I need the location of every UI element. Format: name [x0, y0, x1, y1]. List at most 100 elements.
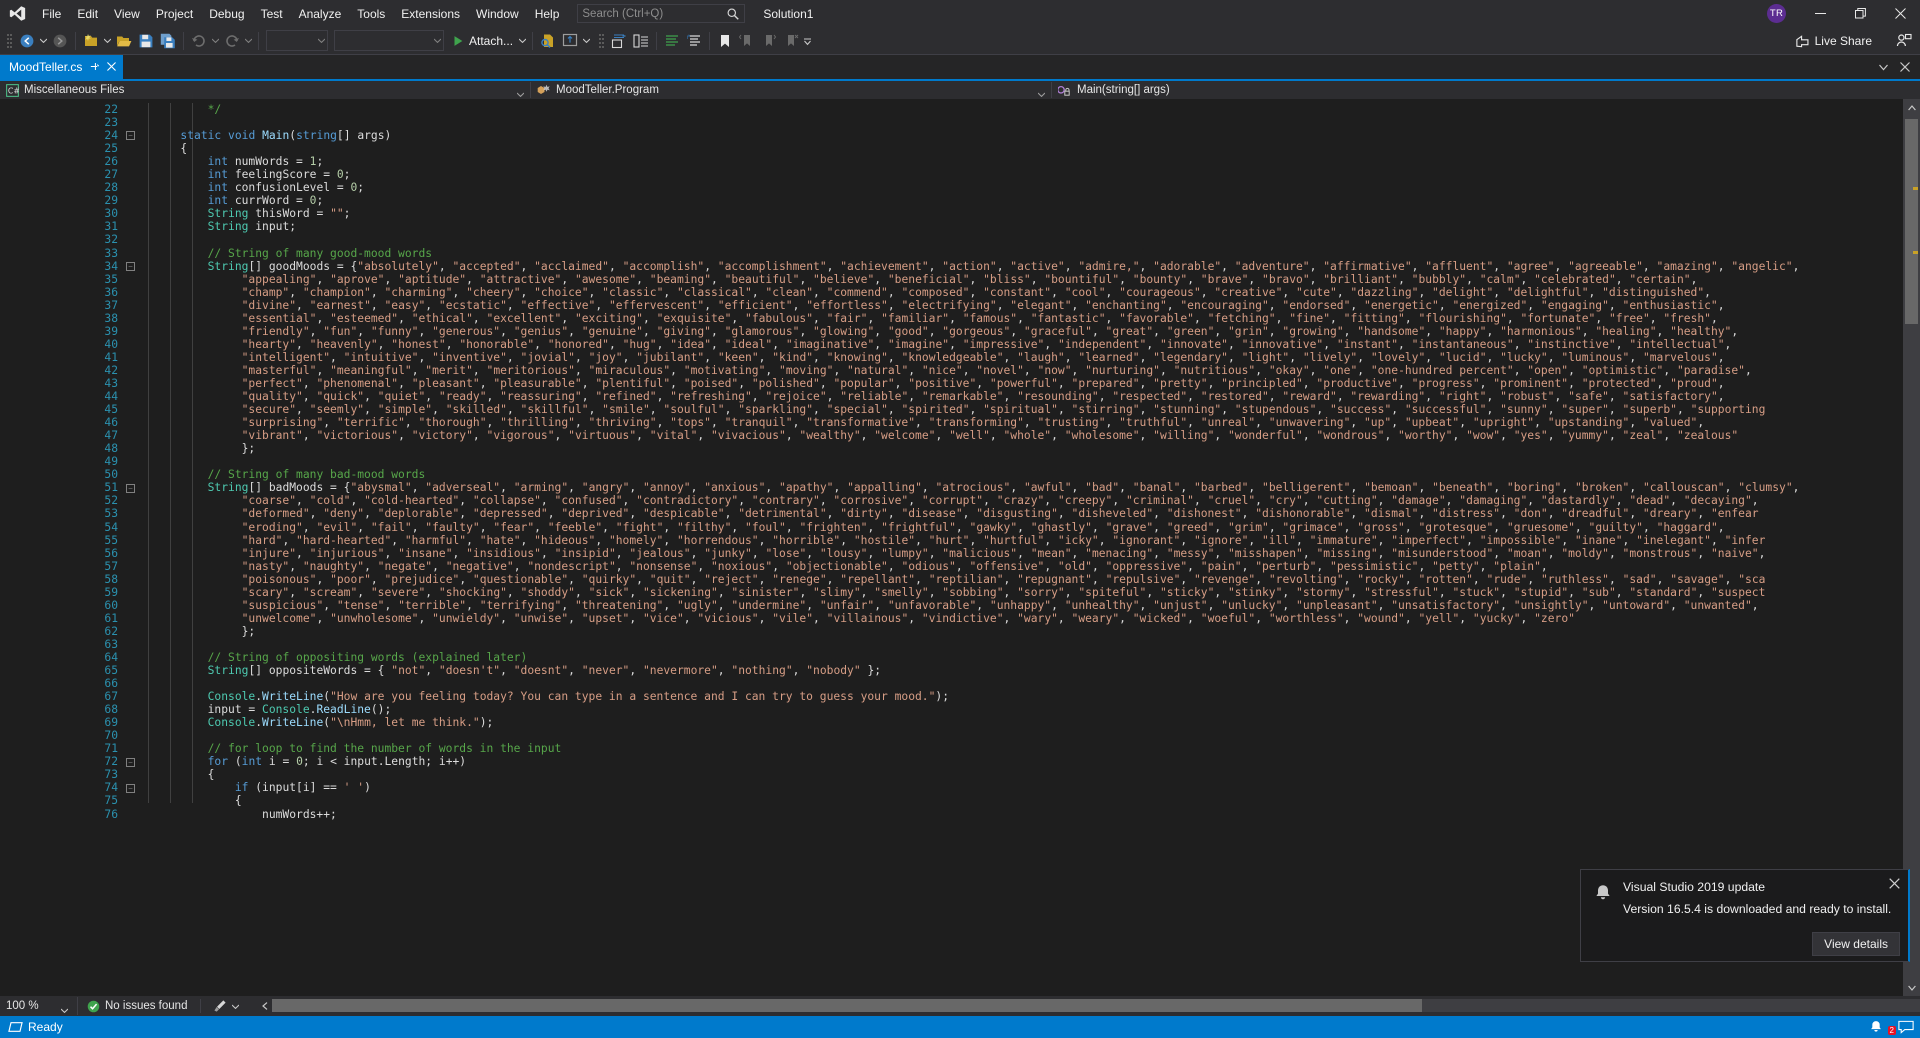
menu-item-test[interactable]: Test — [253, 1, 291, 27]
code-line[interactable]: // for loop to find the number of words … — [126, 742, 1799, 755]
code-line[interactable]: "surprising", "terrific", "thorough", "t… — [126, 416, 1799, 429]
feedback-icon[interactable] — [1898, 1020, 1914, 1034]
code-line[interactable]: { — [126, 794, 1799, 807]
navbar-type-dropdown[interactable]: MoodTeller.Program — [531, 81, 1051, 100]
code-line[interactable]: String input; — [126, 220, 1799, 233]
attach-button[interactable]: Attach... — [447, 30, 528, 52]
next-bookmark-icon[interactable] — [758, 30, 780, 52]
code-line[interactable]: "eroding", "evil", "fail", "faulty", "fe… — [126, 521, 1799, 534]
platform-combo[interactable] — [334, 30, 444, 51]
close-document-group-icon[interactable] — [1894, 56, 1916, 78]
code-line[interactable]: }; — [126, 442, 1799, 455]
menu-item-project[interactable]: Project — [148, 1, 201, 27]
configuration-combo[interactable] — [266, 30, 328, 51]
code-line[interactable] — [126, 677, 1799, 690]
tab-list-dropdown-icon[interactable] — [1872, 56, 1894, 78]
toolbar-overflow-icon[interactable] — [802, 30, 813, 52]
code-line[interactable]: "intelligent", "intuitive", "inventive",… — [126, 351, 1799, 364]
menu-item-file[interactable]: File — [34, 1, 69, 27]
code-line[interactable]: for (int i = 0; i < input.Length; i++) — [126, 755, 1799, 768]
code-line[interactable]: Console.WriteLine("How are you feeling t… — [126, 690, 1799, 703]
find-in-files-icon[interactable] — [537, 30, 559, 52]
zoom-level-combo[interactable]: 100 % — [0, 997, 78, 1015]
editor-vertical-scrollbar[interactable] — [1903, 99, 1920, 996]
redo-icon[interactable] — [221, 30, 243, 52]
code-line[interactable]: "masterful", "meaningful", "merit", "mer… — [126, 364, 1799, 377]
hscroll-track[interactable] — [272, 999, 1920, 1012]
code-line[interactable]: "suspicious", "tense", "terrible", "terr… — [126, 599, 1799, 612]
formatting-brush-button[interactable] — [205, 999, 247, 1013]
code-line[interactable]: Console.WriteLine("\nHmm, let me think."… — [126, 716, 1799, 729]
view-details-button[interactable]: View details — [1812, 932, 1900, 956]
save-all-icon[interactable] — [157, 30, 179, 52]
menu-item-window[interactable]: Window — [468, 1, 527, 27]
clear-bookmark-icon[interactable] — [780, 30, 802, 52]
notifications-icon[interactable] — [1868, 1019, 1884, 1035]
window-layout-icon[interactable] — [559, 30, 581, 52]
code-line[interactable]: "perfect", "phenomenal", "pleasant", "pl… — [126, 377, 1799, 390]
code-line[interactable]: "champ", "champion", "charming", "cheery… — [126, 286, 1799, 299]
tab-moodteller-cs[interactable]: MoodTeller.cs — [0, 55, 124, 79]
menu-item-debug[interactable]: Debug — [201, 1, 252, 27]
code-line[interactable] — [126, 638, 1799, 651]
navigate-forward-icon[interactable] — [49, 30, 71, 52]
code-line[interactable]: int numWords = 1; — [126, 155, 1799, 168]
code-line[interactable]: "unwelcome", "unwholesome", "unwieldy", … — [126, 612, 1799, 625]
code-line[interactable]: { — [126, 768, 1799, 781]
code-line[interactable]: numWords++; — [126, 808, 1799, 821]
code-line[interactable]: "quality", "quick", "quiet", "ready", "r… — [126, 390, 1799, 403]
menu-item-extensions[interactable]: Extensions — [393, 1, 468, 27]
live-share-button[interactable]: Live Share — [1791, 30, 1876, 52]
navbar-member-dropdown[interactable]: Main(string[] args) — [1052, 81, 1920, 100]
menu-item-tools[interactable]: Tools — [349, 1, 393, 27]
code-line[interactable]: { — [126, 142, 1799, 155]
code-line[interactable]: // String of many bad-mood words — [126, 468, 1799, 481]
code-line[interactable]: if (input[i] == ' ') — [126, 781, 1799, 794]
notification-toast[interactable]: Visual Studio 2019 update Version 16.5.4… — [1580, 869, 1910, 962]
code-line[interactable]: "friendly", "fun", "funny", "generous", … — [126, 325, 1799, 338]
search-input[interactable]: Search (Ctrl+Q) — [577, 4, 746, 23]
prev-bookmark-icon[interactable] — [736, 30, 758, 52]
new-project-icon[interactable] — [80, 30, 102, 52]
code-line[interactable]: "hearty", "heavenly", "honest", "honorab… — [126, 338, 1799, 351]
code-line[interactable]: "coarse", "cold", "cold-hearted", "colla… — [126, 494, 1799, 507]
scroll-up-icon[interactable] — [1903, 99, 1920, 116]
redo-dropdown-icon[interactable] — [243, 30, 254, 52]
window-layout-dropdown-icon[interactable] — [581, 30, 592, 52]
menu-item-analyze[interactable]: Analyze — [291, 1, 350, 27]
hscroll-thumb[interactable] — [272, 999, 1422, 1012]
open-file-icon[interactable] — [113, 30, 135, 52]
save-icon[interactable] — [135, 30, 157, 52]
code-line[interactable]: "vibrant", "victorious", "victory", "vig… — [126, 429, 1799, 442]
toolbar-grip[interactable] — [5, 32, 14, 50]
code-line[interactable]: String[] goodMoods = {"absolutely", "acc… — [126, 260, 1800, 273]
notification-close-icon[interactable] — [1889, 877, 1900, 892]
code-line[interactable]: */ — [126, 103, 1799, 116]
navigate-back-icon[interactable] — [16, 30, 38, 52]
code-line[interactable]: "injure", "injurious", "insane", "insidi… — [126, 547, 1799, 560]
collapse-icon[interactable] — [630, 30, 652, 52]
code-line[interactable]: int confusionLevel = 0; — [126, 181, 1799, 194]
code-line[interactable] — [126, 116, 1799, 129]
uncomment-icon[interactable]: ↱ — [683, 30, 705, 52]
close-icon[interactable] — [1880, 0, 1920, 27]
code-line[interactable]: "secure", "seemly", "simple", "skilled",… — [126, 403, 1799, 416]
code-line[interactable]: }; — [126, 625, 1799, 638]
code-line[interactable]: // String of oppositing words (explained… — [126, 651, 1799, 664]
code-line[interactable]: String[] oppositeWords = { "not", "doesn… — [126, 664, 1799, 677]
code-line[interactable]: "scary", "scream", "severe", "shocking",… — [126, 586, 1799, 599]
code-line[interactable] — [126, 729, 1799, 742]
undo-icon[interactable] — [188, 30, 210, 52]
code-line[interactable]: String[] badMoods = {"abysmal", "adverse… — [126, 481, 1800, 494]
pin-icon[interactable] — [89, 61, 100, 74]
scroll-down-icon[interactable] — [1903, 979, 1920, 996]
comment-icon[interactable] — [661, 30, 683, 52]
code-line[interactable]: "essential", "esteemed", "ethical", "exc… — [126, 312, 1799, 325]
tab-close-icon[interactable] — [107, 61, 117, 73]
bookmark-icon[interactable] — [714, 30, 736, 52]
avatar[interactable]: TR — [1767, 4, 1786, 23]
code-line[interactable]: String thisWord = ""; — [126, 207, 1799, 220]
code-line[interactable]: "nasty", "naughty", "negate", "negative"… — [126, 560, 1799, 573]
menu-item-view[interactable]: View — [106, 1, 148, 27]
navbar-project-dropdown[interactable]: C# Miscellaneous Files — [0, 81, 530, 100]
